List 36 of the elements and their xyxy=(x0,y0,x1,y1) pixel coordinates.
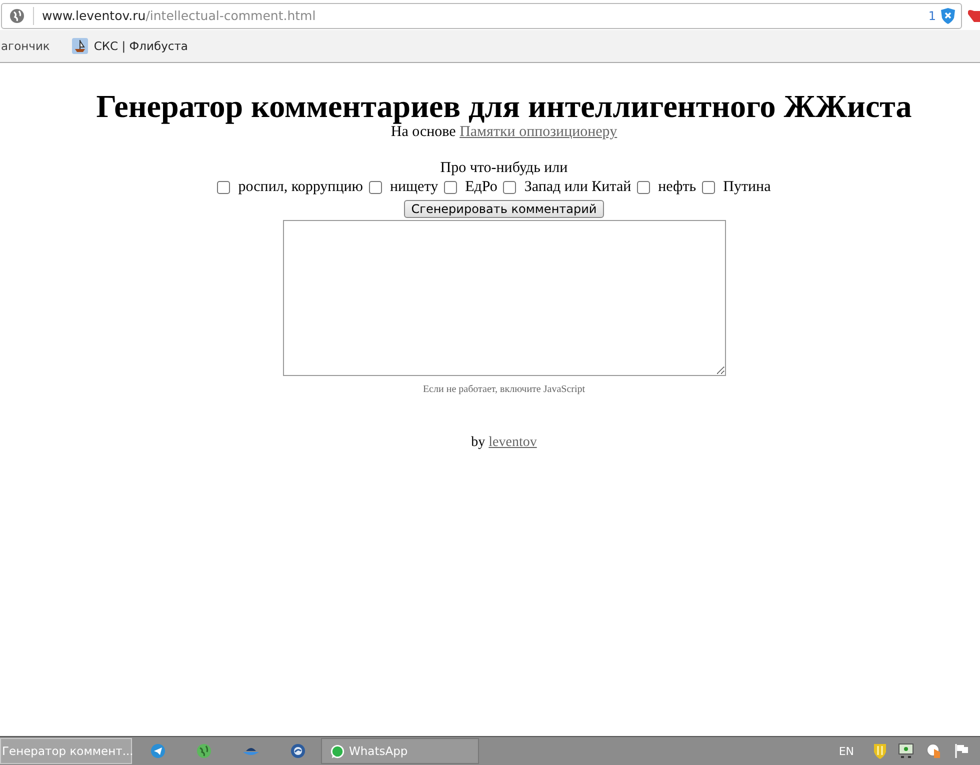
language-indicator[interactable]: EN xyxy=(838,744,854,758)
network-icon[interactable] xyxy=(898,743,914,759)
globe-icon[interactable] xyxy=(196,743,212,759)
shield-icon[interactable] xyxy=(874,743,886,759)
topic-label: ЕдРо xyxy=(465,178,498,197)
topic-checkbox[interactable] xyxy=(368,180,382,194)
url-text: www.leventov.ru/intellectual-comment.html xyxy=(42,8,316,23)
topic-checkbox[interactable] xyxy=(444,180,458,194)
topic-label: нефть xyxy=(658,178,696,197)
topic-checkbox[interactable] xyxy=(702,180,716,194)
ship-icon xyxy=(72,38,88,54)
topic-label: Запад или Китай xyxy=(524,178,632,197)
globe-icon xyxy=(9,8,25,24)
blocked-count: 1 xyxy=(928,8,936,22)
address-bar[interactable]: www.leventov.ru/intellectual-comment.html 1 xyxy=(1,2,962,28)
subtitle-text: На основе Памятки оппозиционеру xyxy=(390,124,618,141)
javascript-note: Если не работает, включите JavaScript xyxy=(422,384,586,395)
heart-icon[interactable] xyxy=(968,7,980,23)
generate-button[interactable]: Сгенерировать комментарий xyxy=(404,200,604,218)
topic-checkbox[interactable] xyxy=(503,180,516,194)
page-title: Генератор комментариев для интеллигентного ЖЖиста xyxy=(96,89,912,123)
bookmark-item[interactable]: СКС | Флибуста xyxy=(72,38,188,54)
flag-icon[interactable] xyxy=(954,743,970,759)
author-link[interactable]: leventov xyxy=(488,435,537,450)
topic-label: Путина xyxy=(723,178,771,197)
topics-label: Про что-нибудь или xyxy=(440,159,568,177)
author-credit: by leventov xyxy=(471,435,537,451)
topic-checkbox[interactable] xyxy=(217,180,230,194)
topic-label: нищету xyxy=(390,178,438,197)
bookmark-item[interactable]: агончик xyxy=(1,39,50,53)
topic-checkbox[interactable] xyxy=(637,180,650,194)
source-link[interactable]: Памятки оппозиционеру xyxy=(460,124,618,140)
whatsapp-icon xyxy=(330,744,345,758)
topic-label: роспил, коррупцию xyxy=(238,178,363,197)
shield-icon[interactable] xyxy=(941,8,955,24)
paper-plane-icon[interactable] xyxy=(150,743,166,759)
